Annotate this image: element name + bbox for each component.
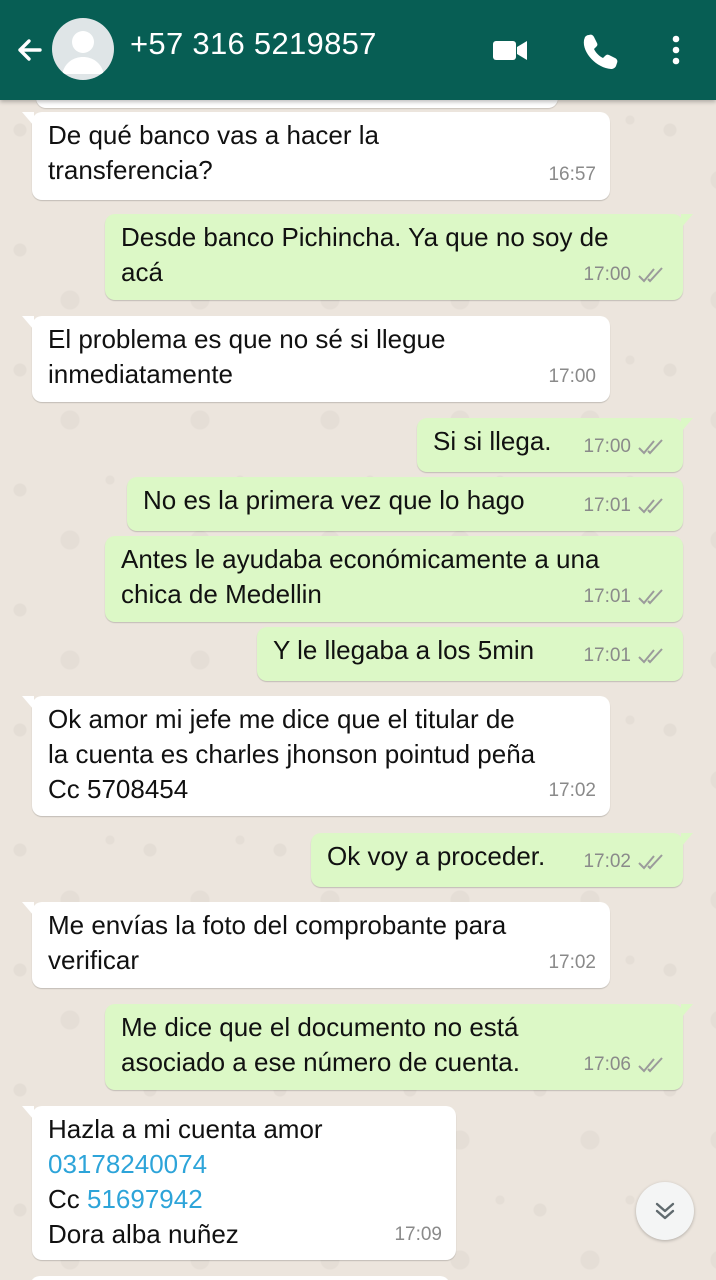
double-check-icon xyxy=(638,647,663,663)
chat-area[interactable]: De qué banco vas a hacer la transferencia… xyxy=(0,100,716,1280)
message-text: Ok amor mi jefe me dice que el titular d… xyxy=(48,704,536,804)
message-time: 17:00 xyxy=(583,436,631,457)
avatar-placeholder-icon xyxy=(62,31,104,74)
partial-message xyxy=(30,1276,450,1280)
scroll-down-icon xyxy=(655,1202,675,1220)
message-time: 17:02 xyxy=(548,780,596,801)
message-incoming[interactable]: Me envías la foto del comprobante para ve… xyxy=(22,902,610,988)
message-meta: 17:06 xyxy=(583,1047,669,1082)
phone-icon[interactable] xyxy=(580,30,620,70)
message-text: Hazla a mi cuenta amor 03178240074 Cc 51… xyxy=(48,1114,323,1249)
message-incoming[interactable]: De qué banco vas a hacer la transferencia… xyxy=(22,112,610,200)
message-time: 17:06 xyxy=(583,1054,631,1075)
phone-number-link[interactable]: 03178240074 xyxy=(48,1149,207,1179)
back-arrow-icon[interactable] xyxy=(10,30,50,70)
message-outgoing[interactable]: Antes le ayudaba económicamente a una chi… xyxy=(105,536,683,622)
message-meta: 17:09 xyxy=(394,1217,442,1252)
message-meta: 17:01 xyxy=(583,579,669,614)
message-time: 17:00 xyxy=(548,366,596,387)
message-meta: 17:00 xyxy=(583,257,669,292)
double-check-icon xyxy=(638,497,663,513)
message-meta: 17:01 xyxy=(583,638,669,673)
message-meta: 17:02 xyxy=(583,844,669,879)
scroll-to-bottom-button[interactable] xyxy=(636,1182,694,1240)
message-time: 17:00 xyxy=(583,264,631,285)
partial-message xyxy=(36,100,558,108)
message-time: 17:01 xyxy=(583,495,631,516)
message-meta: 16:57 xyxy=(548,157,596,192)
double-check-icon xyxy=(638,438,663,454)
avatar[interactable] xyxy=(52,18,114,80)
message-outgoing[interactable]: No es la primera vez que lo hago 17:01 xyxy=(127,477,683,531)
id-number-link[interactable]: 51697942 xyxy=(87,1184,203,1214)
message-meta: 17:02 xyxy=(548,945,596,980)
message-time: 17:02 xyxy=(583,851,631,872)
message-text: El problema es que no sé si llegue inmedi… xyxy=(48,324,446,389)
contact-name[interactable]: +57 316 5219857 xyxy=(130,26,377,62)
message-incoming[interactable]: El problema es que no sé si llegue inmedi… xyxy=(22,316,610,402)
message-meta: 17:00 xyxy=(583,429,669,464)
more-options-icon[interactable] xyxy=(656,30,696,70)
message-meta: 17:00 xyxy=(548,359,596,394)
message-outgoing[interactable]: Si si llega. 17:00 xyxy=(417,418,693,472)
message-time: 17:09 xyxy=(394,1224,442,1245)
message-outgoing[interactable]: Desde banco Pichincha. Ya que no soy de a… xyxy=(105,214,693,300)
message-outgoing[interactable]: Y le llegaba a los 5min 17:01 xyxy=(257,627,683,681)
message-incoming[interactable]: Hazla a mi cuenta amor 03178240074 Cc 51… xyxy=(22,1106,456,1260)
video-call-icon[interactable] xyxy=(490,30,530,70)
message-outgoing[interactable]: Me dice que el documento no está asociado… xyxy=(105,1004,693,1090)
double-check-icon xyxy=(638,1056,663,1072)
double-check-icon xyxy=(638,266,663,282)
message-time: 17:01 xyxy=(583,586,631,607)
message-meta: 17:02 xyxy=(548,773,596,808)
double-check-icon xyxy=(638,853,663,869)
chat-header: +57 316 5219857 xyxy=(0,0,716,100)
double-check-icon xyxy=(638,588,663,604)
message-outgoing[interactable]: Ok voy a proceder. 17:02 xyxy=(311,833,693,887)
message-time: 17:02 xyxy=(548,952,596,973)
message-text: Me envías la foto del comprobante para ve… xyxy=(48,910,507,975)
message-incoming[interactable]: Ok amor mi jefe me dice que el titular d… xyxy=(22,696,610,816)
message-time: 17:01 xyxy=(583,645,631,666)
message-time: 16:57 xyxy=(548,164,596,185)
message-text: De qué banco vas a hacer la transferencia… xyxy=(48,120,379,185)
message-meta: 17:01 xyxy=(583,488,669,523)
